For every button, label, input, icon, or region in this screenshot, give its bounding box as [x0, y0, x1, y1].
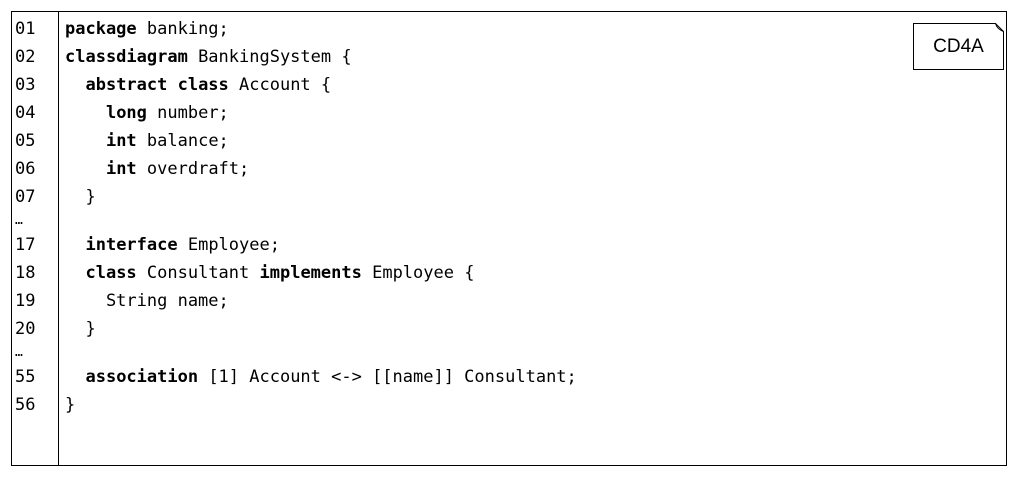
line-number: 03	[15, 75, 36, 95]
keyword: implements	[259, 263, 362, 283]
code-token: banking;	[136, 19, 229, 39]
code-line: 56}	[12, 391, 1006, 419]
code-token: overdraft;	[136, 159, 250, 179]
keyword: long	[105, 103, 147, 123]
line-number: 02	[15, 47, 36, 67]
code-line: 18 class Consultant implements Employee …	[12, 259, 1006, 287]
keyword: int	[105, 131, 137, 151]
code-text: int balance;	[65, 127, 229, 155]
code-text: }	[65, 183, 96, 211]
keyword: interface	[85, 235, 178, 255]
code-line: 01 package banking;	[12, 15, 1006, 43]
code-token: BankingSystem {	[187, 47, 352, 67]
code-token: number;	[146, 103, 229, 123]
code-line: 20 }	[12, 315, 1006, 343]
keyword: class	[85, 263, 137, 283]
code-token: }	[65, 319, 96, 339]
code-token: Employee;	[177, 235, 280, 255]
code-line: 06 int overdraft;	[12, 155, 1006, 183]
keyword: package	[65, 19, 137, 39]
line-number: 20	[15, 319, 36, 339]
code-text: long number;	[65, 99, 229, 127]
code-line: 03 abstract class Account {	[12, 71, 1006, 99]
code-token: Employee {	[361, 263, 475, 283]
code-text: }	[65, 391, 75, 419]
line-number: …	[15, 213, 23, 228]
keyword: abstract class	[85, 75, 229, 95]
code-line: 05 int balance;	[12, 127, 1006, 155]
code-text: association [1] Account <-> [[name]] Con…	[65, 363, 577, 391]
code-token: [1] Account <-> [[name]] Consultant;	[198, 367, 577, 387]
code-text: abstract class Account {	[65, 71, 331, 99]
line-number: 18	[15, 263, 36, 283]
code-line: 07 }	[12, 183, 1006, 211]
code-line: 04 long number;	[12, 99, 1006, 127]
code-text: class Consultant implements Employee {	[65, 259, 474, 287]
code-token: Account {	[228, 75, 332, 95]
code-listing: 01 package banking; 02 classdiagram Banking…	[11, 11, 1007, 466]
code-text: }	[65, 315, 96, 343]
code-token: Consultant	[136, 263, 260, 283]
code-line: 19 String name;	[12, 287, 1006, 315]
code-token: String name;	[65, 291, 229, 311]
code-token: }	[65, 187, 96, 207]
code-text: int overdraft;	[65, 155, 249, 183]
keyword: association	[85, 367, 199, 387]
elided-lines: …	[12, 211, 1006, 231]
line-number: 55	[15, 367, 36, 387]
line-number: 05	[15, 131, 36, 151]
line-number: 04	[15, 103, 36, 123]
code-text: interface Employee;	[65, 231, 280, 259]
line-number: …	[15, 345, 23, 360]
line-number: 17	[15, 235, 36, 255]
language-tag-label: CD4A	[933, 35, 984, 57]
code-line: 17 interface Employee;	[12, 231, 1006, 259]
code-token: }	[65, 395, 76, 415]
code-token: balance;	[136, 131, 229, 151]
code-text: package banking;	[65, 15, 229, 43]
line-number: 01	[15, 19, 36, 39]
elided-lines: …	[12, 343, 1006, 363]
line-number: 06	[15, 159, 36, 179]
code-line: 02 classdiagram BankingSystem {	[12, 43, 1006, 71]
line-number: 07	[15, 187, 36, 207]
code-text: String name;	[65, 287, 229, 315]
keyword: int	[105, 159, 137, 179]
code-text: classdiagram BankingSystem {	[65, 43, 352, 71]
line-number: 56	[15, 395, 36, 415]
language-tag: CD4A	[913, 23, 1004, 70]
line-number: 19	[15, 291, 36, 311]
keyword: classdiagram	[65, 47, 188, 67]
code-line: 55 association [1] Account <-> [[name]] …	[12, 363, 1006, 391]
